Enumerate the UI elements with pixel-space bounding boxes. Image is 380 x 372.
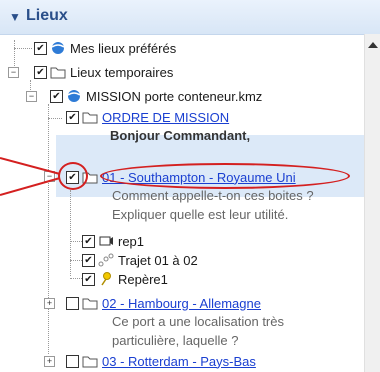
tree-item-trajet[interactable]: ✔ Trajet 01 à 02 xyxy=(82,251,198,269)
checkbox[interactable] xyxy=(66,354,79,368)
annotation-label-oval xyxy=(100,163,350,189)
tree-line xyxy=(70,190,71,276)
panel-header[interactable]: ▼ Lieux xyxy=(0,0,380,35)
folder-icon xyxy=(82,298,98,310)
tree-item-ordre[interactable]: ✔ ORDRE DE MISSION xyxy=(66,108,229,126)
checkbox[interactable] xyxy=(66,296,79,310)
tree-line xyxy=(70,278,82,279)
places-panel: ▼ Lieux ✔ Mes lieux préférés − ✔ Lieux t… xyxy=(0,0,380,372)
tree-item-favorites[interactable]: ✔ Mes lieux préférés xyxy=(34,39,176,57)
tree-item-temporary[interactable]: ✔ Lieux temporaires xyxy=(34,63,173,81)
tree-line xyxy=(14,48,32,49)
tree-line xyxy=(48,104,49,354)
expand-toggle[interactable]: + xyxy=(44,298,55,309)
path-icon xyxy=(98,253,114,267)
checkbox[interactable]: ✔ xyxy=(82,253,95,267)
camera-icon xyxy=(99,236,113,246)
annotation-checkbox-circle xyxy=(58,162,88,190)
pushpin-icon xyxy=(101,272,111,286)
hambourg-description-line2: particulière, laquelle ? xyxy=(112,333,239,348)
folder-icon xyxy=(82,112,98,124)
checkbox[interactable]: ✔ xyxy=(34,65,47,79)
collapse-arrow-icon[interactable]: ▼ xyxy=(9,10,21,24)
tree-line xyxy=(48,118,62,119)
southampton-description-line2: Expliquer quelle est leur utilité. xyxy=(112,207,289,222)
hambourg-description-line1: Ce port a une localisation très xyxy=(112,314,284,329)
checkbox[interactable]: ✔ xyxy=(66,110,79,124)
checkbox[interactable]: ✔ xyxy=(34,41,47,55)
checkbox[interactable]: ✔ xyxy=(82,234,95,248)
globe-icon xyxy=(51,42,65,54)
annotation-arrow-lines xyxy=(0,157,61,196)
tree-item-mission-file[interactable]: ✔ MISSION porte conteneur.kmz xyxy=(50,87,262,105)
globe-icon xyxy=(67,90,81,102)
scroll-up-arrow-icon[interactable] xyxy=(368,42,378,48)
vertical-scrollbar[interactable] xyxy=(364,34,380,372)
expand-toggle[interactable]: + xyxy=(44,356,55,367)
tree-item-rep1[interactable]: ✔ rep1 xyxy=(82,232,144,250)
ordre-description: Bonjour Commandant, xyxy=(110,128,251,143)
tree-item-rotterdam[interactable]: 03 - Rotterdam - Pays-Bas xyxy=(66,352,256,370)
tree-item-repere1[interactable]: ✔ Repère1 xyxy=(82,270,168,288)
checkbox[interactable]: ✔ xyxy=(82,272,95,286)
checkbox[interactable]: ✔ xyxy=(50,89,63,103)
folder-open-icon xyxy=(50,67,66,79)
expand-toggle[interactable]: − xyxy=(8,67,19,78)
tree-line xyxy=(70,241,82,242)
panel-title: Lieux xyxy=(26,7,68,24)
tree-item-hambourg[interactable]: 02 - Hambourg - Allemagne xyxy=(66,294,261,312)
folder-icon xyxy=(82,356,98,368)
expand-toggle[interactable]: − xyxy=(26,91,37,102)
tree-line xyxy=(70,260,82,261)
